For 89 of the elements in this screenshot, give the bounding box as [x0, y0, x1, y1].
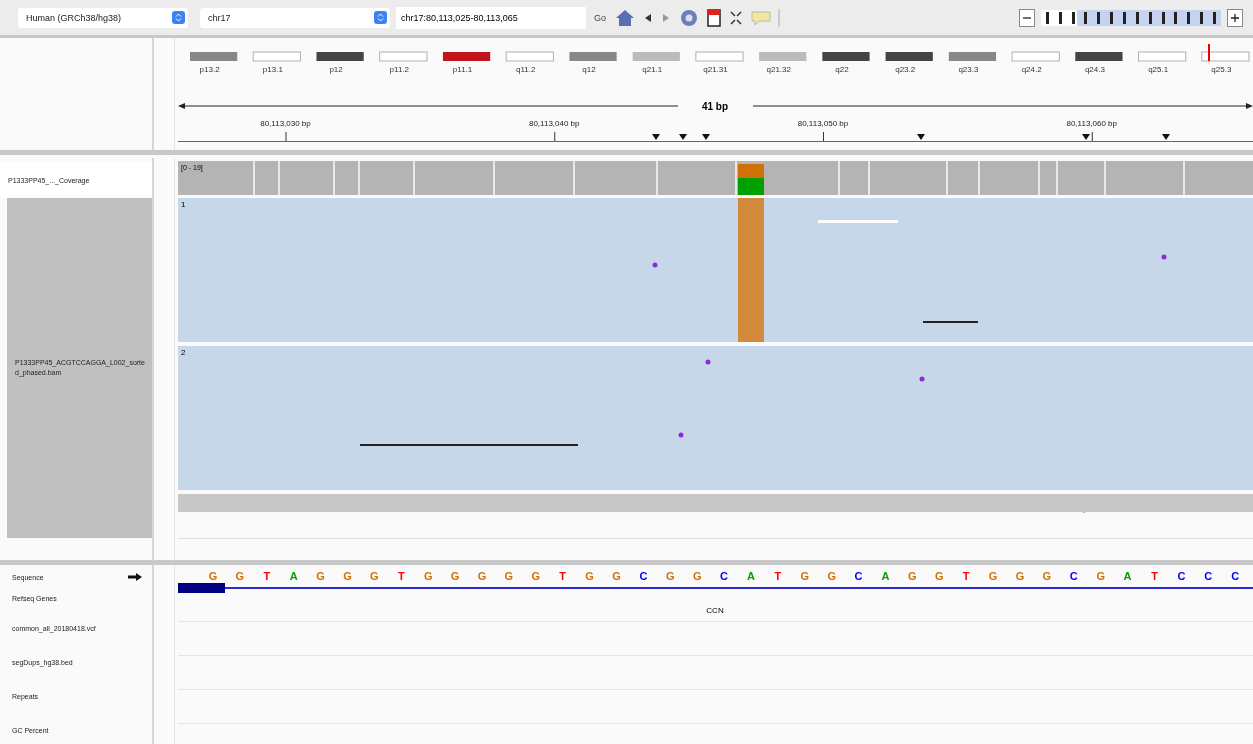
ruler-tick-label: 80,113,040 bp: [528, 119, 580, 128]
ruler-tick: [823, 132, 824, 141]
cytoband-label: q22: [835, 65, 849, 74]
sequence-base: G: [585, 570, 594, 582]
home-icon[interactable]: [614, 7, 636, 28]
ruler-tick: [554, 132, 556, 141]
insertion-dot: [678, 432, 684, 438]
sequence-base: G: [504, 570, 514, 582]
genome-dropdown[interactable]: Human (GRCh38/hg38): [18, 7, 188, 28]
group-label: 1: [181, 200, 186, 209]
sequence-base: G: [1042, 570, 1052, 582]
sequence-base: A: [747, 570, 755, 582]
locus-field[interactable]: chr17:80,113,025-80,113,065: [396, 6, 586, 29]
deletion-line: [923, 321, 978, 323]
refresh-icon[interactable]: [678, 7, 700, 28]
sequence-base: G: [477, 570, 487, 582]
sequence-base: A: [881, 570, 890, 582]
sequence-base: G: [827, 570, 836, 582]
zoom-out-button[interactable]: [1019, 8, 1035, 27]
sequence-base: T: [263, 570, 271, 582]
cytoband-label: q23.2: [895, 65, 916, 74]
cytoband-label: q12: [582, 65, 596, 74]
mismatch-bar: [738, 164, 764, 178]
cytoband-label: q25.3: [1211, 65, 1232, 74]
sequence-base: G: [1015, 570, 1025, 582]
sequence-base: G: [531, 570, 541, 582]
position-marker-icon: [1208, 44, 1210, 61]
strand-arrow-icon[interactable]: [128, 573, 142, 581]
ruler-tick: [1091, 132, 1093, 141]
sequence-base: G: [423, 570, 433, 582]
zoom-in-button[interactable]: [1227, 8, 1243, 27]
sequence-base: G: [612, 570, 621, 582]
sequence-base: C: [1231, 570, 1240, 582]
group-label: 2: [181, 348, 186, 357]
sequence-base: A: [289, 570, 298, 582]
cytoband-label: p11.1: [452, 65, 473, 74]
cytoband-label: q23.3: [958, 65, 979, 74]
ruler-tick: [285, 132, 287, 141]
insertion-dot: [705, 359, 711, 365]
gene-label: CCN: [706, 606, 724, 615]
span-label: 41 bp: [701, 101, 729, 112]
cytoband-label: q25.1: [1148, 65, 1169, 74]
cytoband-label: p12: [329, 65, 343, 74]
sequence-base: C: [639, 570, 648, 582]
insertion-dot: [652, 262, 658, 268]
sequence-base: G: [800, 570, 810, 582]
sequence-base: G: [235, 570, 245, 582]
insertion-dot: [919, 376, 925, 382]
chromosome-dropdown[interactable]: chr17: [200, 7, 390, 28]
sequence-base: C: [720, 570, 729, 582]
sequence-base: G: [1096, 570, 1105, 582]
dropdown-arrow-icon: [374, 11, 387, 24]
insertion-dot: [1161, 254, 1167, 260]
sequence-base: T: [559, 570, 567, 582]
sequence-base: C: [1204, 570, 1213, 582]
sequence-base: G: [908, 570, 917, 582]
sequence-base: T: [1151, 570, 1158, 582]
sequence-base: G: [370, 570, 379, 582]
cytoband-label: p11.2: [389, 65, 410, 74]
go-button[interactable]: Go: [592, 10, 608, 25]
sequence-base: G: [316, 570, 325, 582]
sequence-base: T: [962, 570, 970, 582]
sequence-base: A: [1123, 570, 1132, 582]
sequence-base: G: [208, 570, 218, 582]
ruler-tick-label: 80,113,030 bp: [260, 119, 311, 128]
sequence-base: G: [343, 570, 352, 582]
sequence-base: G: [935, 570, 944, 582]
sequence-base: G: [988, 570, 998, 582]
sequence-base: C: [1177, 570, 1186, 582]
cytoband-label: q21.1: [642, 65, 663, 74]
cytoband-label: q24.2: [1021, 65, 1042, 74]
cytoband-label: q21.32: [766, 65, 791, 74]
sequence-base: G: [692, 570, 702, 582]
cytoband-label: q21.31: [703, 65, 728, 74]
ruler-tick-label: 80,113,050 bp: [797, 119, 849, 128]
dropdown-arrow-icon: [172, 11, 185, 24]
sequence-base: T: [397, 570, 405, 582]
sequence-base: C: [854, 570, 863, 582]
sequence-base: T: [774, 570, 782, 582]
cytoband-label: p13.1: [262, 65, 283, 74]
cytoband-label: q24.3: [1084, 65, 1105, 74]
zoom-slider[interactable]: [1041, 9, 1221, 26]
cytoband-label: q11.2: [516, 65, 536, 74]
sequence-base: G: [666, 570, 675, 582]
ruler-tick-label: 80,113,060 bp: [1066, 119, 1118, 128]
sequence-base: C: [1069, 570, 1078, 582]
sequence-base: G: [450, 570, 460, 582]
cytoband-label: p13.2: [199, 65, 220, 74]
mismatch-bar: [738, 178, 764, 195]
